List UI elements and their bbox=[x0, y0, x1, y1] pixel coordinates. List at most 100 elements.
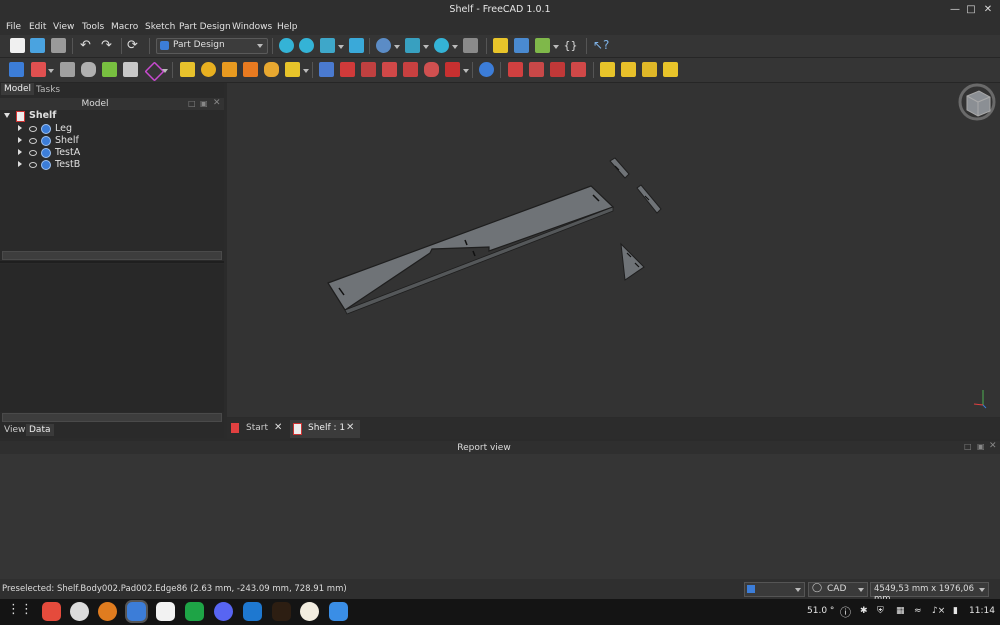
dimension-display[interactable]: 4549,53 mm x 1976,06 mm bbox=[870, 582, 989, 604]
shield-icon[interactable]: ⛨ bbox=[877, 606, 884, 616]
volume-muted-icon[interactable]: ♪× bbox=[932, 606, 945, 616]
linear-pattern-icon[interactable] bbox=[621, 62, 636, 77]
tab-start[interactable]: Start ✕ bbox=[227, 420, 289, 438]
additive-primitive-icon[interactable] bbox=[285, 62, 300, 77]
clone-icon[interactable] bbox=[123, 62, 138, 77]
create-part-icon[interactable] bbox=[493, 38, 508, 53]
close-button[interactable]: ✕ bbox=[981, 3, 995, 17]
mirrored-icon[interactable] bbox=[600, 62, 615, 77]
collapse-arrow-icon[interactable] bbox=[18, 149, 22, 155]
restore-icon[interactable]: ▣ bbox=[200, 99, 208, 108]
minimize-button[interactable]: — bbox=[948, 3, 962, 17]
validate-sketch-icon[interactable] bbox=[60, 62, 75, 77]
leg-piece-right[interactable] bbox=[636, 184, 662, 214]
3d-viewport[interactable] bbox=[227, 83, 1000, 417]
bracket-piece[interactable] bbox=[620, 242, 645, 281]
maximize-button[interactable]: □ bbox=[964, 3, 978, 17]
float-icon[interactable]: □ bbox=[964, 442, 972, 451]
save-icon[interactable] bbox=[51, 38, 66, 53]
libreoffice-calc-icon[interactable] bbox=[185, 602, 204, 621]
tree-root-shelf[interactable]: Shelf bbox=[0, 110, 224, 122]
tab-shelf[interactable]: Shelf : 1 ✕ bbox=[290, 420, 360, 438]
chevron-down-icon[interactable] bbox=[553, 45, 559, 49]
new-document-icon[interactable] bbox=[10, 38, 25, 53]
vscode-icon[interactable] bbox=[243, 602, 262, 621]
files-icon[interactable] bbox=[329, 602, 348, 621]
subtractive-loft-icon[interactable] bbox=[382, 62, 397, 77]
visibility-eye-icon[interactable] bbox=[29, 138, 37, 144]
draft-icon[interactable] bbox=[550, 62, 565, 77]
visibility-eye-icon[interactable] bbox=[29, 126, 37, 132]
chevron-down-icon[interactable] bbox=[48, 69, 54, 73]
standard-views-icon[interactable] bbox=[349, 38, 364, 53]
revolution-icon[interactable] bbox=[201, 62, 216, 77]
terminal-icon[interactable] bbox=[272, 602, 291, 621]
battery-icon[interactable]: ▮ bbox=[953, 606, 958, 616]
fit-selection-icon[interactable] bbox=[299, 38, 314, 53]
tree-item-testb[interactable]: TestB bbox=[0, 159, 224, 171]
polar-pattern-icon[interactable] bbox=[642, 62, 657, 77]
report-view[interactable]: Report view □ ▣ ✕ bbox=[0, 441, 1000, 579]
multi-transform-icon[interactable] bbox=[663, 62, 678, 77]
boolean-icon[interactable] bbox=[479, 62, 494, 77]
menu-windows[interactable]: Windows bbox=[232, 22, 272, 32]
kicad-icon[interactable] bbox=[300, 602, 319, 621]
leg-piece-upper[interactable] bbox=[609, 157, 630, 179]
app-launcher-icon[interactable]: ⋮⋮ bbox=[7, 603, 33, 617]
property-horizontal-scrollbar[interactable] bbox=[2, 413, 222, 422]
redo-icon[interactable]: ↷ bbox=[101, 38, 116, 53]
wifi-icon[interactable]: ≈ bbox=[914, 606, 922, 616]
close-icon[interactable]: ✕ bbox=[274, 422, 282, 433]
tree-item-shelf[interactable]: Shelf bbox=[0, 135, 224, 147]
discord-icon[interactable] bbox=[214, 602, 233, 621]
chevron-down-icon[interactable] bbox=[452, 45, 458, 49]
groove-icon[interactable] bbox=[361, 62, 376, 77]
pause-icon[interactable]: ⓘ bbox=[840, 604, 851, 620]
chevron-down-icon[interactable] bbox=[162, 69, 168, 73]
isometric-view-icon[interactable] bbox=[320, 38, 335, 53]
collapse-arrow-icon[interactable] bbox=[18, 137, 22, 143]
tab-tasks[interactable]: Tasks bbox=[33, 84, 63, 96]
chamfer-icon[interactable] bbox=[529, 62, 544, 77]
clipboard-icon[interactable]: ▦ bbox=[896, 606, 905, 616]
link-icon[interactable] bbox=[535, 38, 550, 53]
create-group-icon[interactable] bbox=[514, 38, 529, 53]
fillet-icon[interactable] bbox=[508, 62, 523, 77]
open-document-icon[interactable] bbox=[30, 38, 45, 53]
pad-icon[interactable] bbox=[180, 62, 195, 77]
zoom-icon[interactable] bbox=[434, 38, 449, 53]
menu-sketch[interactable]: Sketch bbox=[145, 22, 175, 32]
app-orange-icon[interactable] bbox=[156, 602, 175, 621]
thickness-icon[interactable] bbox=[571, 62, 586, 77]
pipe-icon[interactable] bbox=[243, 62, 258, 77]
tree-horizontal-scrollbar[interactable] bbox=[2, 251, 222, 260]
blender-icon[interactable] bbox=[98, 602, 117, 621]
undo-icon[interactable]: ↶ bbox=[80, 38, 95, 53]
clock[interactable]: 11:14 bbox=[969, 606, 995, 616]
draw-style-icon[interactable] bbox=[376, 38, 391, 53]
panel-splitter[interactable] bbox=[0, 261, 224, 263]
restore-icon[interactable]: ▣ bbox=[977, 442, 985, 451]
menu-view[interactable]: View bbox=[53, 22, 74, 32]
whats-this-icon[interactable]: ↖? bbox=[593, 38, 609, 53]
expand-arrow-icon[interactable] bbox=[4, 113, 10, 118]
chevron-down-icon[interactable] bbox=[423, 45, 429, 49]
tab-view[interactable]: View bbox=[1, 424, 28, 436]
inkscape-icon[interactable] bbox=[70, 602, 89, 621]
close-icon[interactable]: ✕ bbox=[346, 422, 354, 433]
menu-help[interactable]: Help bbox=[277, 22, 298, 32]
bounding-box-icon[interactable] bbox=[405, 38, 420, 53]
subtractive-helix-icon[interactable] bbox=[424, 62, 439, 77]
close-icon[interactable]: ✕ bbox=[213, 98, 221, 108]
freecad-icon[interactable] bbox=[127, 602, 146, 621]
chevron-down-icon[interactable] bbox=[338, 45, 344, 49]
unit-schema-selector[interactable] bbox=[744, 582, 805, 597]
create-body-icon[interactable] bbox=[9, 62, 24, 77]
subtractive-pipe-icon[interactable] bbox=[403, 62, 418, 77]
tab-data[interactable]: Data bbox=[26, 424, 54, 436]
tree-item-leg[interactable]: Leg bbox=[0, 123, 224, 135]
hole-icon[interactable] bbox=[340, 62, 355, 77]
visibility-eye-icon[interactable] bbox=[29, 150, 37, 156]
menu-part-design[interactable]: Part Design bbox=[179, 22, 231, 32]
loft-icon[interactable] bbox=[222, 62, 237, 77]
